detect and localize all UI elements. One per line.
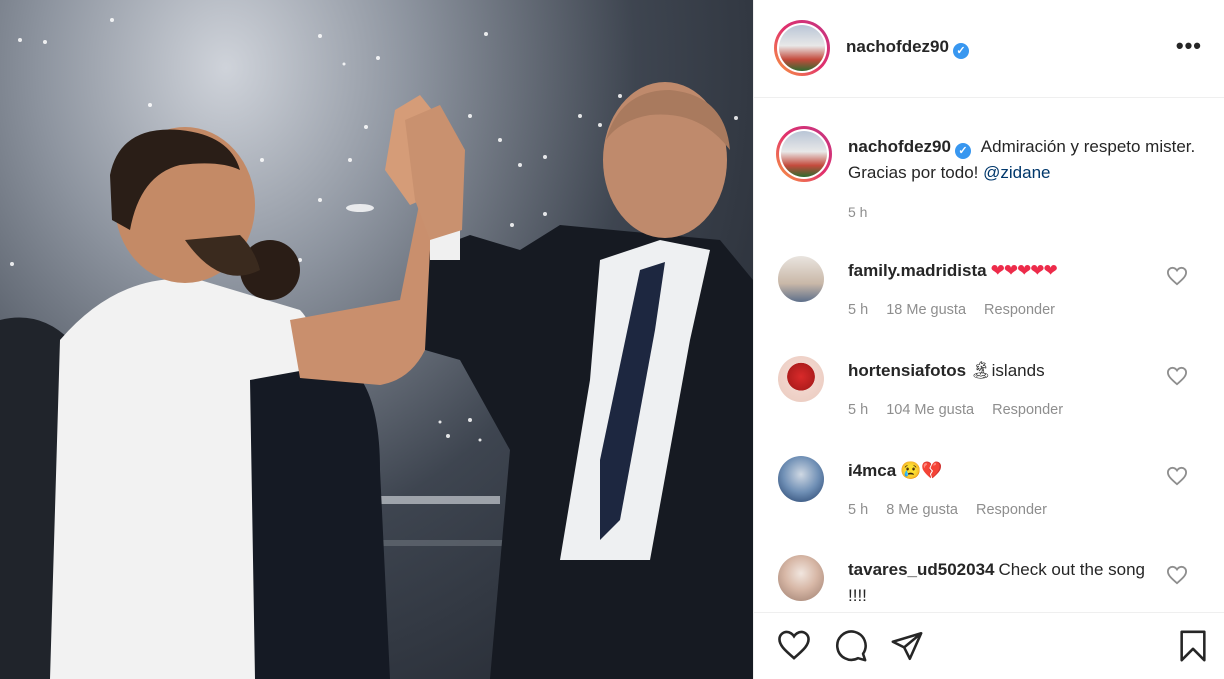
- comment-time: 5 h: [848, 302, 869, 318]
- comment-reply-button[interactable]: Responder: [976, 502, 1047, 518]
- comment-avatar[interactable]: [778, 555, 824, 601]
- heart-icon[interactable]: [1166, 466, 1188, 486]
- post-photo: [0, 0, 753, 679]
- comment-avatar[interactable]: [778, 256, 824, 302]
- photo-illustration: [0, 18, 753, 679]
- comment-item: i4mca 😢💔 5 h 8 Me gusta Responder: [778, 456, 1208, 536]
- comment-username[interactable]: tavares_ud502034: [848, 560, 995, 579]
- comment-avatar[interactable]: [778, 356, 824, 402]
- comment-username[interactable]: family.madridista: [848, 261, 987, 280]
- comment-time: 5 h: [848, 402, 869, 418]
- comment-username[interactable]: hortensiafotos: [848, 361, 966, 380]
- post-side-panel: nachofdez90 ✓ ••• nachofdez90 ✓ Admiración…: [753, 0, 1224, 679]
- heart-icon[interactable]: [1166, 565, 1188, 585]
- caption-timestamp: 5 h: [848, 204, 868, 220]
- comment-emoji: 🏝: [970, 361, 992, 380]
- heart-icon[interactable]: [776, 629, 812, 661]
- comment-meta: 5 h 18 Me gusta Responder: [848, 302, 1069, 318]
- comment-text: i4mca 😢💔: [848, 458, 1166, 484]
- caption-mention-link[interactable]: @zidane: [983, 163, 1050, 182]
- comment-time: 5 h: [848, 502, 869, 518]
- comment-text: tavares_ud502034 Check out the song !!!!: [848, 557, 1166, 609]
- comment-reply-button[interactable]: Responder: [984, 302, 1055, 318]
- comment-item: family.madridista ❤❤❤❤❤ 5 h 18 Me gusta R…: [778, 256, 1208, 336]
- comment-item: tavares_ud502034 Check out the song !!!!: [778, 555, 1208, 611]
- more-options-icon[interactable]: •••: [1176, 35, 1202, 57]
- comment-emoji: ❤❤❤❤❤: [990, 261, 1058, 280]
- post-header: nachofdez90 ✓ •••: [754, 0, 1224, 98]
- caption-text: nachofdez90 ✓ Admiración y respeto mister…: [848, 134, 1198, 186]
- comment-reply-button[interactable]: Responder: [992, 402, 1063, 418]
- comment-body: islands: [991, 361, 1045, 380]
- author-avatar[interactable]: [774, 20, 830, 76]
- author-line: nachofdez90 ✓: [846, 37, 969, 59]
- heart-icon[interactable]: [1166, 266, 1188, 286]
- comment-username[interactable]: i4mca: [848, 461, 896, 480]
- author-username[interactable]: nachofdez90: [846, 37, 949, 56]
- comment-likes[interactable]: 8 Me gusta: [886, 502, 958, 518]
- share-icon[interactable]: [890, 629, 924, 663]
- post-caption: nachofdez90 ✓ Admiración y respeto mister…: [776, 126, 1206, 236]
- heart-icon[interactable]: [1166, 366, 1188, 386]
- post-action-bar: [754, 612, 1224, 679]
- caption-username[interactable]: nachofdez90 ✓: [848, 137, 971, 159]
- comment-text: hortensiafotos 🏝islands: [848, 358, 1166, 384]
- comment-item: hortensiafotos 🏝islands 5 h 104 Me gusta …: [778, 356, 1208, 436]
- verified-badge-icon: ✓: [952, 43, 969, 59]
- comment-meta: 5 h 8 Me gusta Responder: [848, 502, 1061, 518]
- verified-badge-icon: ✓: [954, 143, 971, 159]
- comment-text: family.madridista ❤❤❤❤❤: [848, 258, 1166, 284]
- comment-likes[interactable]: 18 Me gusta: [886, 302, 966, 318]
- caption-avatar[interactable]: [776, 126, 832, 182]
- comment-meta: 5 h 104 Me gusta Responder: [848, 402, 1077, 418]
- comment-likes[interactable]: 104 Me gusta: [886, 402, 974, 418]
- comment-emoji: 😢💔: [900, 461, 943, 480]
- comment-avatar[interactable]: [778, 456, 824, 502]
- comment-icon[interactable]: [834, 629, 868, 663]
- bookmark-icon[interactable]: [1178, 629, 1208, 663]
